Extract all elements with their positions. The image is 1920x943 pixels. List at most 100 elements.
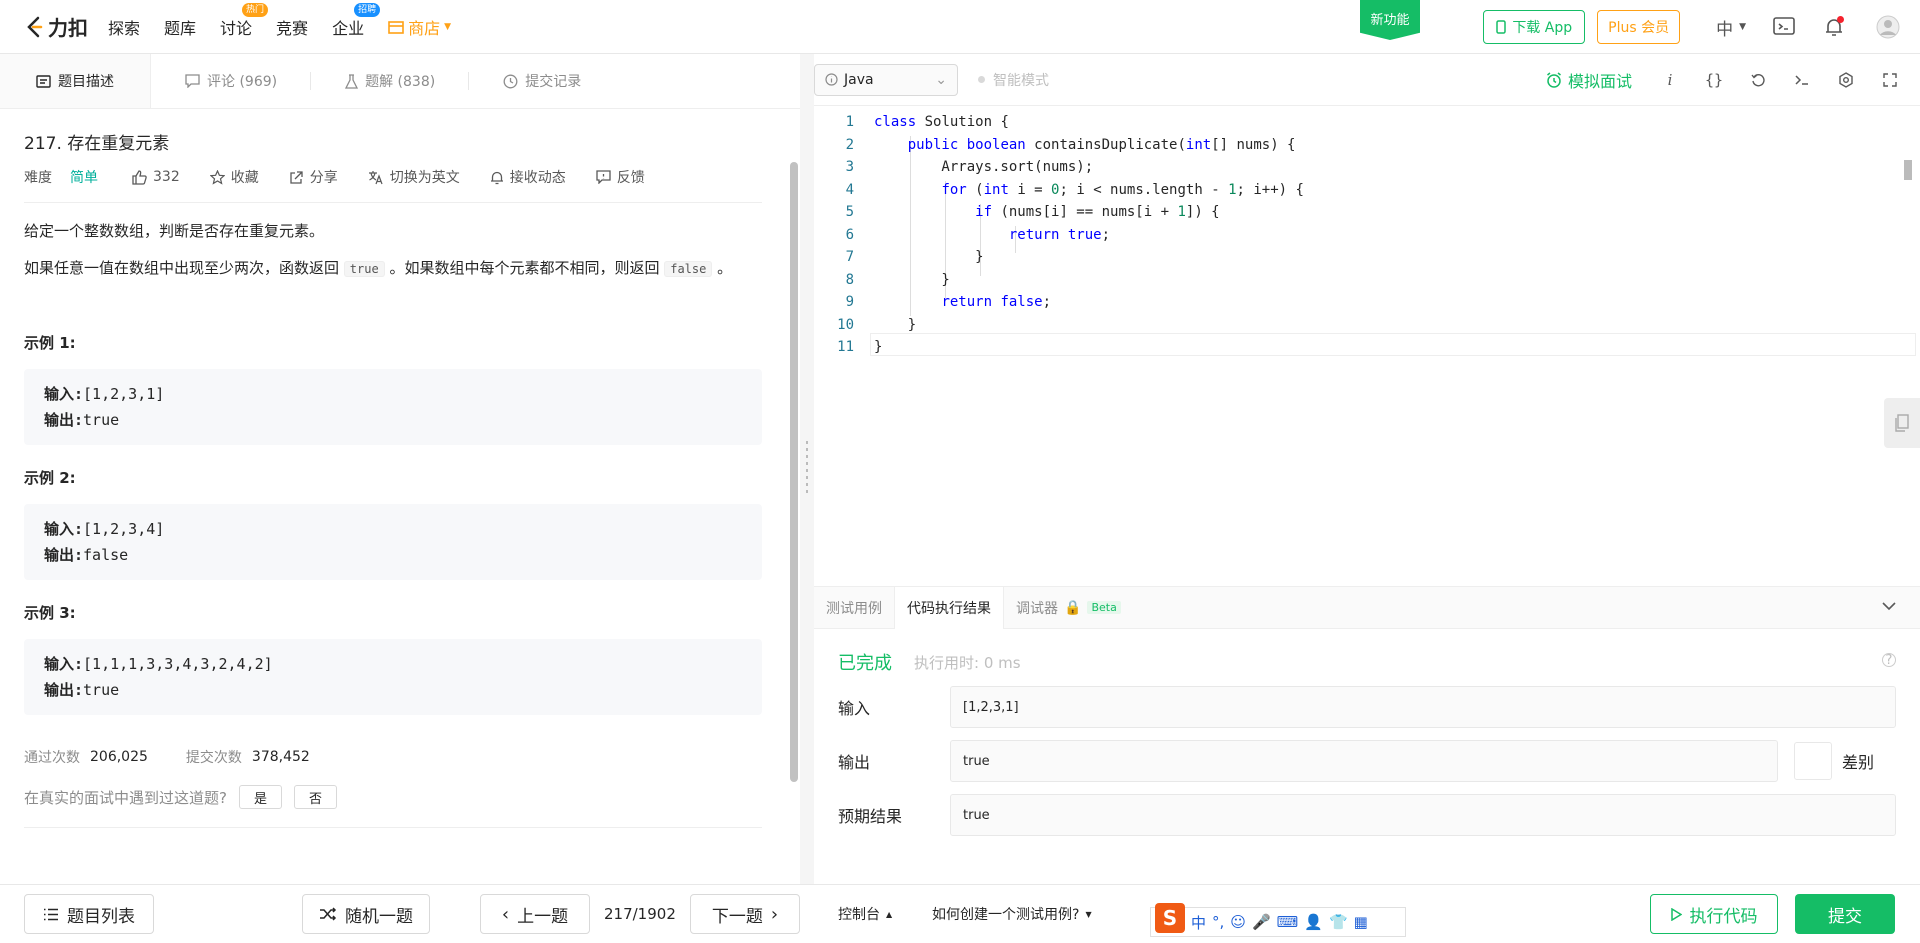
exec-time: 执行用时: 0 ms <box>914 653 1021 672</box>
settings-icon[interactable] <box>1834 68 1858 92</box>
code-text: class Solution { <box>874 114 1009 131</box>
logo[interactable]: 力扣 <box>24 12 88 41</box>
terminal-icon[interactable] <box>1790 68 1814 92</box>
avatar[interactable] <box>1876 15 1900 39</box>
copy-icon[interactable] <box>1884 398 1920 448</box>
interview-question-label: 在真实的面试中遇到过这道题? <box>24 788 227 807</box>
expected-box[interactable]: true <box>950 794 1896 836</box>
line-number: 2 <box>845 136 854 153</box>
nav-shop[interactable]: 商店 ▼ <box>388 15 451 39</box>
console-toggle[interactable]: 控制台 ▲ <box>838 904 892 924</box>
tab-description[interactable]: 题目描述 <box>0 54 151 108</box>
switch-language-label: 切换为英文 <box>389 170 460 186</box>
fullscreen-icon[interactable] <box>1878 68 1902 92</box>
output-box[interactable]: true <box>950 740 1778 782</box>
code-line: 1 class Solution { <box>814 111 1914 134</box>
yes-button[interactable]: 是 <box>238 785 282 809</box>
ime-user-icon: 👤 <box>1304 913 1323 931</box>
code-text: } <box>874 249 984 266</box>
download-app-button[interactable]: 下载 App <box>1483 10 1586 44</box>
plus-member-button[interactable]: Plus 会员 <box>1597 10 1681 44</box>
bell-icon[interactable] <box>1822 15 1846 39</box>
favorite-button[interactable]: 收藏 <box>209 167 259 187</box>
editor-scrollbar[interactable] <box>1904 160 1912 180</box>
chevron-left-icon: ‹ <box>501 903 510 925</box>
next-problem-button[interactable]: 下一题 › <box>690 894 800 934</box>
tab-submissions[interactable]: 提交记录 <box>469 54 615 108</box>
feedback-button[interactable]: 反馈 <box>596 167 645 187</box>
code-text: if (nums[i] == nums[i + 1]) { <box>975 204 1220 221</box>
run-code-button[interactable]: 执行代码 <box>1650 894 1778 934</box>
tab-testcase-label: 测试用例 <box>826 600 882 617</box>
share-button[interactable]: 分享 <box>289 167 338 187</box>
example-2-box: 输入:[1,2,3,4] 输出:false <box>24 504 762 580</box>
expected-label: 预期结果 <box>838 807 903 826</box>
nav-contest[interactable]: 竞赛 <box>276 15 308 39</box>
tab-debugger[interactable]: 调试器 🔒 Beta <box>1004 587 1133 629</box>
code-line: 3 Arrays.sort(nums); <box>814 156 1914 179</box>
comment-icon <box>185 74 200 88</box>
language-select-value: Java <box>844 71 874 88</box>
translate-icon <box>368 170 383 184</box>
mock-interview-button[interactable]: 模拟面试 <box>1546 68 1632 92</box>
ime-toolbar[interactable]: S 中 °, ☺ 🎤 ⌨ 👤 👕 ▦ <box>1150 903 1406 937</box>
code-line: 11} <box>814 336 1914 359</box>
footer-bar: 题目列表 随机一题 ‹ 上一题 217/1902 下一题 › 控制台 ▲ 如何创… <box>0 884 1920 943</box>
tab-solutions[interactable]: 题解 (838) <box>311 54 470 108</box>
tab-comments[interactable]: 评论 (969) <box>151 54 312 108</box>
console-panel: 测试用例 代码执行结果 调试器 🔒 Beta ? 已完成 执行用时: 0 ms <box>814 586 1920 884</box>
chevron-down-icon[interactable] <box>1882 599 1896 615</box>
how-to-test-link[interactable]: 如何创建一个测试用例? ▼ <box>932 904 1092 924</box>
prev-problem-button[interactable]: ‹ 上一题 <box>480 894 590 934</box>
tab-testcase[interactable]: 测试用例 <box>814 587 894 629</box>
help-icon[interactable]: ? <box>1882 653 1896 668</box>
subscribe-button[interactable]: 接收动态 <box>490 167 566 187</box>
code-text: } <box>874 316 917 333</box>
diff-toggle-box[interactable] <box>1794 742 1832 780</box>
switch-language-button[interactable]: 切换为英文 <box>368 167 460 187</box>
submit-button[interactable]: 提交 <box>1795 894 1895 934</box>
leetcode-logo-icon <box>27 16 43 37</box>
problem-panel: 题目描述 评论 (969) 题解 (838) 提交记录 217. 存在重复元素 <box>0 54 800 884</box>
nav-enterprise[interactable]: 企业 招聘 <box>332 2 381 39</box>
problem-paragraph-2: 如果任意一值在数组中出现至少两次，函数返回 true 。如果数组中每个元素都不相… <box>24 256 762 282</box>
tab-debugger-label: 调试器 <box>1016 600 1058 617</box>
flask-icon <box>345 73 359 89</box>
scrollbar[interactable] <box>790 162 798 782</box>
code-editor[interactable]: 1 class Solution { 2 public boolean conta… <box>814 106 1920 586</box>
result-input-row: 输入 [1,2,3,1] <box>838 686 1896 728</box>
language-switch[interactable]: 中 ▼ <box>1716 15 1746 40</box>
language-select[interactable]: Java ⌄ <box>814 63 958 96</box>
random-problem-button[interactable]: 随机一题 <box>302 894 430 934</box>
no-button[interactable]: 否 <box>293 785 337 809</box>
smart-mode-toggle[interactable]: 智能模式 <box>978 70 1049 90</box>
input-box[interactable]: [1,2,3,1] <box>950 686 1896 728</box>
example-3-input: 输入:[1,1,1,3,3,4,3,2,4,2] <box>44 651 742 677</box>
subscribe-label: 接收动态 <box>509 170 566 186</box>
new-feature-ribbon[interactable]: 新功能 <box>1360 0 1420 40</box>
code-text: } <box>874 271 950 288</box>
input-label: 输入 <box>838 699 871 718</box>
playground-icon[interactable] <box>1772 15 1796 39</box>
diff-toggle[interactable]: 差别 <box>1794 742 1874 780</box>
nav-explore[interactable]: 探索 <box>108 15 140 39</box>
feedback-icon <box>596 170 611 184</box>
ime-mic-icon: 🎤 <box>1251 913 1271 931</box>
nav-discuss[interactable]: 讨论 热门 <box>220 2 269 39</box>
line-number: 6 <box>845 226 854 243</box>
example-3-box: 输入:[1,1,1,3,3,4,3,2,4,2] 输出:true <box>24 639 762 715</box>
code-line: 10 } <box>814 314 1914 337</box>
reset-icon[interactable] <box>1746 68 1770 92</box>
problem-pager: 217/1902 <box>604 905 676 923</box>
info-italic-icon[interactable]: i <box>1658 68 1682 92</box>
like-button[interactable]: 332 <box>132 169 180 185</box>
plus-member-label: Plus 会员 <box>1608 20 1670 36</box>
panel-resizer[interactable] <box>800 54 814 884</box>
difficulty-label: 难度 <box>24 170 52 186</box>
tab-run-result[interactable]: 代码执行结果 <box>894 586 1004 629</box>
difficulty-value: 简单 <box>70 170 98 186</box>
nav-problems[interactable]: 题库 <box>164 15 196 39</box>
braces-icon[interactable]: {} <box>1702 68 1726 92</box>
code-line: 8 } <box>814 269 1914 292</box>
problem-list-button[interactable]: 题目列表 <box>24 894 154 934</box>
